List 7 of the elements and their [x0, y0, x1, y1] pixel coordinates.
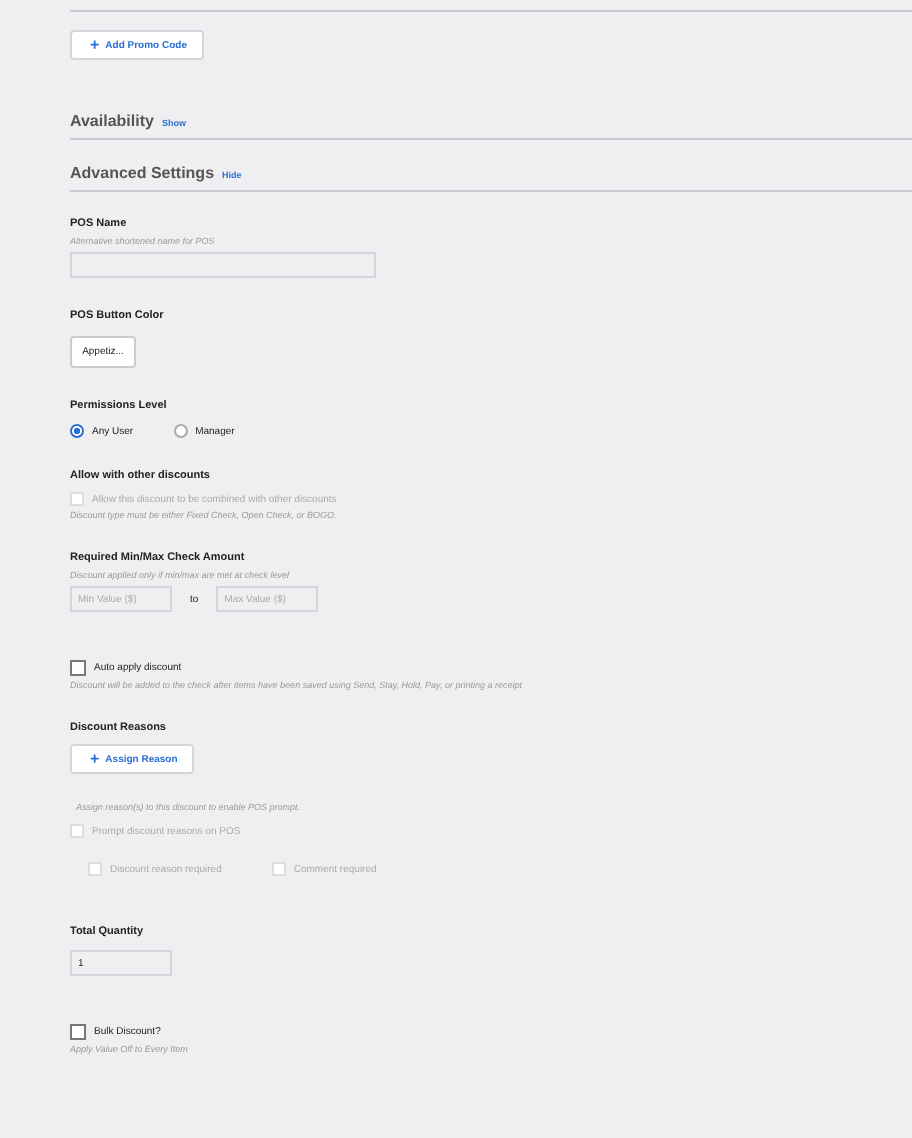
- radio-button[interactable]: [173, 424, 188, 438]
- text-field[interactable]: [70, 252, 376, 278]
- section-title: Availability: [70, 112, 154, 130]
- radio-button[interactable]: [70, 424, 84, 438]
- checkbox[interactable]: [70, 660, 86, 676]
- section-title: Advanced Settings: [70, 164, 215, 182]
- checkbox[interactable]: [70, 1024, 86, 1040]
